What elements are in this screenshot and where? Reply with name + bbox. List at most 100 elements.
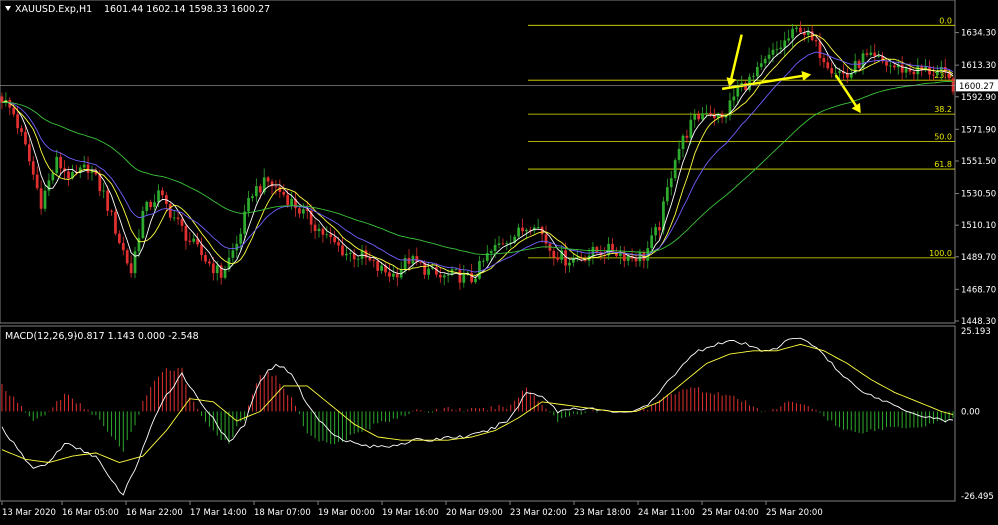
candle-body xyxy=(818,41,822,59)
candle-body xyxy=(951,78,955,92)
candle-body xyxy=(67,171,70,179)
candle-body xyxy=(591,246,595,256)
candle-body xyxy=(395,273,399,278)
candle-body xyxy=(685,135,689,138)
candle-body xyxy=(564,250,567,266)
candle-body xyxy=(407,257,411,264)
candle-body xyxy=(936,71,939,75)
candle-body xyxy=(427,268,430,275)
candle-body xyxy=(118,233,121,244)
candle-body xyxy=(783,40,787,48)
candle-body xyxy=(763,58,767,64)
candle-body xyxy=(634,258,638,262)
candle-body xyxy=(188,240,192,242)
candle-body xyxy=(333,237,337,243)
candle xyxy=(125,248,129,266)
candle-body xyxy=(145,201,149,211)
time-tick-label: 23 Mar 18:00 xyxy=(574,508,631,518)
candle-body xyxy=(822,58,826,63)
candle-body xyxy=(755,66,759,77)
candle-body xyxy=(665,187,669,202)
chart-svg: 0.023.638.250.061.8100.0 XAUUSD.Exp,H1 1… xyxy=(0,0,998,521)
trading-chart[interactable]: 0.0 23.6 38.2 50.0 61.8 100.0 XAUUSD.Exp,H1 1… xyxy=(0,0,998,521)
candle-body xyxy=(650,235,654,249)
candle-body xyxy=(458,269,462,283)
candle-body xyxy=(701,113,704,120)
candle-body xyxy=(12,107,16,115)
candle-body xyxy=(243,211,246,234)
fibo-level-label: 61.8 xyxy=(934,160,952,169)
chart-header: XAUUSD.Exp,H1 1601.44 1602.14 1598.33 16… xyxy=(5,4,270,15)
candle-body xyxy=(204,255,207,262)
candle-body xyxy=(282,191,286,195)
candle-body xyxy=(51,173,55,181)
candle-body xyxy=(102,190,106,192)
candle-body xyxy=(568,262,571,266)
candle-body xyxy=(442,275,446,278)
candle-body xyxy=(35,174,39,189)
candle-body xyxy=(110,210,113,212)
candle-body xyxy=(301,209,305,214)
price-tick-label: 1448.30 xyxy=(961,317,996,327)
candle-body xyxy=(313,224,317,232)
candle-body xyxy=(501,243,505,245)
candle-body xyxy=(247,198,250,212)
candle-body xyxy=(889,65,892,67)
candle-body xyxy=(752,76,755,78)
macd-tick-label: 0.00 xyxy=(961,407,980,417)
candle-body xyxy=(892,65,896,68)
candle-body xyxy=(474,278,477,283)
price-tick-label: 1468.70 xyxy=(961,285,996,295)
candle-body xyxy=(372,260,376,262)
macd-label: MACD(12,26,9) xyxy=(5,331,77,342)
candle-body xyxy=(525,229,528,232)
candle-body xyxy=(27,144,31,162)
candle-body xyxy=(799,27,802,33)
candle-body xyxy=(153,202,156,208)
candle-body xyxy=(180,219,184,226)
candle-body xyxy=(517,227,520,237)
candle-body xyxy=(419,262,423,263)
candle-body xyxy=(771,49,775,55)
candle-body xyxy=(325,234,329,236)
time-tick-label: 18 Mar 07:00 xyxy=(254,508,311,518)
candle-body xyxy=(266,177,270,182)
time-tick-label: 13 Mar 2020 xyxy=(2,508,56,518)
candle-body xyxy=(505,243,509,244)
candle-body xyxy=(521,227,524,232)
candle-body xyxy=(329,234,333,238)
candle-body xyxy=(787,38,791,41)
candle-body xyxy=(779,47,783,50)
candle-body xyxy=(114,211,117,234)
candle-body xyxy=(838,71,841,73)
candle-body xyxy=(254,186,258,197)
candle-body xyxy=(168,203,172,218)
candle-body xyxy=(356,258,360,260)
candle-body xyxy=(129,263,133,274)
candle-body xyxy=(391,273,395,277)
candle-body xyxy=(795,27,798,29)
candle-body xyxy=(200,244,203,256)
candle-body xyxy=(211,263,215,274)
candle-body xyxy=(106,190,110,211)
candle-body xyxy=(478,261,481,279)
candle-body xyxy=(348,252,352,254)
candle-body xyxy=(125,250,129,264)
candle-body xyxy=(552,250,556,258)
candle-body xyxy=(689,119,693,138)
candle-body xyxy=(0,96,4,103)
candle-body xyxy=(235,243,239,251)
candle-body xyxy=(618,252,622,257)
candle-body xyxy=(669,178,673,188)
candle-body xyxy=(388,272,391,277)
candle-body xyxy=(368,257,372,261)
candle-body xyxy=(877,56,881,57)
current-price-label: 1600.27 xyxy=(959,82,994,92)
candle-body xyxy=(82,164,86,168)
candle-body xyxy=(900,64,904,73)
candle-body xyxy=(595,246,599,253)
candle-body xyxy=(869,52,873,55)
candle-body xyxy=(932,74,935,76)
candle-body xyxy=(141,210,145,238)
candle-body xyxy=(208,261,211,264)
